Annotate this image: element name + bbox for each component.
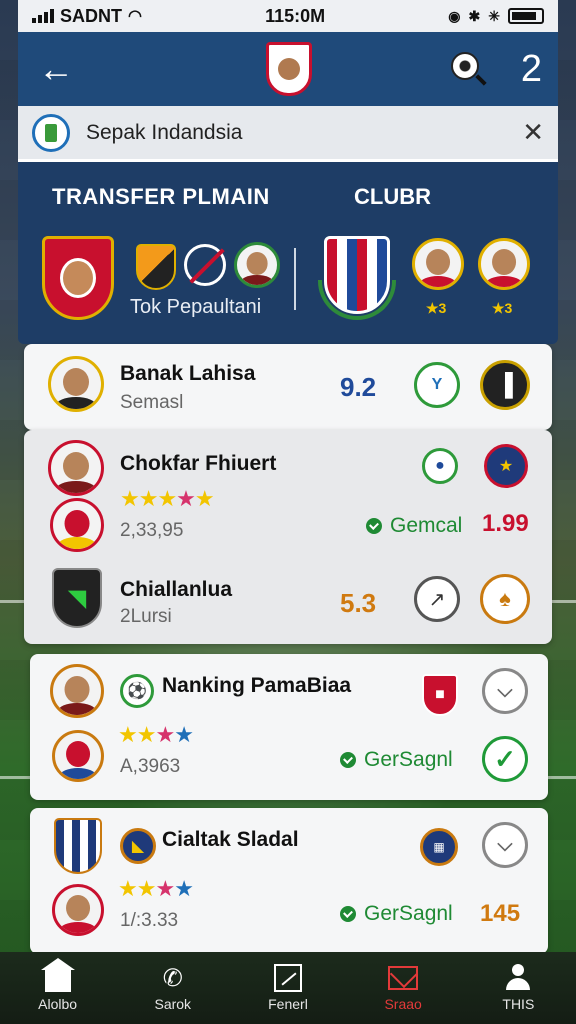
bottom-nav: Alolbo ✆ Sarok Fenerl Sraao THIS [0, 952, 576, 1024]
club-badge-icon[interactable]: ▐ [480, 360, 530, 410]
close-icon[interactable]: ✕ [522, 117, 544, 148]
back-button[interactable]: ← [34, 48, 78, 90]
player-crest-icon[interactable] [42, 236, 114, 320]
player-rating: 5.3 [340, 588, 377, 618]
player-avatar[interactable] [478, 238, 530, 290]
star-rating: ★3 [492, 300, 513, 316]
list-item[interactable]: ⚽ Nanking PamaBiaa ■ ⌵ ★★★★ A,3963 GerSa… [30, 654, 548, 800]
player-name: Chiallanlua [120, 578, 233, 601]
list-item[interactable]: Banak Lahisa Semasl 9.2 Y ▐ [24, 344, 552, 430]
list-group: Chokfar Fhiuert ★★★★★ 2,33,95 ● ★ Gemcal… [24, 430, 552, 644]
expand-button[interactable]: ⌵ [482, 668, 528, 714]
phone-icon: ✆ [162, 964, 183, 992]
status-label: Gemcal [390, 514, 463, 537]
player-name: Nanking PamaBiaa [162, 674, 352, 697]
wifi-icon: ◠ [128, 8, 142, 25]
blocked-icon[interactable] [184, 244, 226, 286]
chart-icon [273, 964, 303, 992]
nav-label: Fenerl [268, 996, 308, 1012]
search-input[interactable]: Sepak Indandsia [86, 121, 506, 145]
player-sub: 2Lursi [120, 606, 172, 627]
home-icon [40, 958, 75, 992]
player-avatar[interactable] [412, 238, 464, 290]
player-name: Chokfar Fhiuert [120, 452, 277, 475]
player-sub: A,3963 [120, 756, 181, 777]
nav-label: Sarok [154, 996, 192, 1012]
signal-icon [32, 9, 54, 23]
club-crest-icon [54, 818, 102, 874]
player-sub: 2,33,95 [120, 520, 184, 541]
player-sub: 1/:3.33 [120, 910, 179, 931]
star-rating: ★★★★ [118, 876, 194, 901]
vibrate-icon: ✳ [488, 7, 500, 24]
club-badge-icon[interactable]: ★ [484, 444, 528, 488]
nav-label: THIS [502, 996, 535, 1012]
confirm-button[interactable]: ✓ [482, 736, 528, 782]
nav-item-phone[interactable]: ✆ Sarok [128, 964, 218, 1013]
player-name: Banak Lahisa [120, 362, 256, 385]
club-crest-icon[interactable]: ■ [422, 674, 458, 716]
player-avatar [50, 498, 104, 552]
bluetooth-icon: ✱ [468, 7, 481, 24]
player-rating: 9.2 [340, 372, 377, 402]
status-badge: GerSagnl [340, 902, 453, 926]
status-label: GerSagnl [364, 902, 453, 925]
search-bar[interactable]: Sepak Indandsia ✕ [18, 106, 558, 162]
star-rating: ★3 [426, 300, 447, 316]
club-badge-icon[interactable]: Y [414, 362, 460, 408]
player-avatar [52, 884, 104, 936]
player-avatar [52, 730, 104, 782]
club-crest-icon[interactable] [324, 236, 390, 314]
nav-label: Alolbo [38, 996, 78, 1012]
transfer-panel: TRANSFER PLMAIN CLUBR Tok Pepaultani ★3 … [18, 162, 558, 344]
notification-count[interactable]: 2 [521, 48, 542, 91]
alarm-icon: ◉ [448, 7, 461, 24]
battery-icon [507, 8, 544, 24]
user-icon [503, 964, 533, 992]
nav-item-mail[interactable]: Sraao [358, 964, 448, 1012]
player-avatar [48, 440, 104, 496]
app-header: ← 2 [18, 32, 558, 106]
ball-search-icon[interactable] [450, 52, 487, 86]
status-left: SADNT ◠ [32, 6, 142, 27]
clock: 115:0M [265, 5, 326, 26]
player-avatar [48, 356, 104, 412]
nav-item-home[interactable]: Alolbo [13, 958, 103, 1012]
nav-item-chart[interactable]: Fenerl [243, 964, 333, 1012]
club-badge-icon[interactable]: ↗ [414, 576, 460, 622]
carrier-label: SADNT [60, 5, 122, 26]
league-badge-icon [32, 113, 70, 152]
list-item[interactable]: ◣ Cialtak Sladal ▦ ⌵ ★★★★ 1/:3.33 GerSag… [30, 808, 548, 954]
star-rating: ★★★★ [118, 722, 194, 747]
expand-button[interactable]: ⌵ [482, 822, 528, 868]
status-right: ◉ ✱ ✳ [448, 8, 544, 25]
status-bar: SADNT ◠ 115:0M ◉ ✱ ✳ [18, 0, 558, 32]
player-sub: Semasl [120, 392, 184, 413]
star-rating: ★★★★★ [120, 486, 215, 511]
player-rating: 1.99 [482, 510, 529, 537]
club-badge-icon[interactable] [136, 244, 176, 290]
panel-subtitle: Tok Pepaultani [130, 296, 262, 318]
transfer-title: TRANSFER PLMAIN [52, 184, 270, 209]
trophy-icon[interactable]: ♠ [480, 574, 530, 624]
panel-divider [294, 248, 296, 310]
club-crest-icon: ◥ [52, 568, 102, 628]
header-actions: 2 [450, 48, 542, 91]
player-name: Cialtak Sladal [162, 828, 299, 851]
club-title: CLUBR [354, 184, 431, 209]
mail-icon [388, 964, 419, 992]
club-crest-icon [266, 42, 312, 96]
status-label: GerSagnl [364, 748, 453, 771]
ball-icon: ⚽ [120, 674, 154, 708]
club-badge-icon[interactable]: ▦ [420, 828, 458, 866]
nav-label: Sraao [384, 996, 422, 1012]
player-avatar [50, 664, 104, 718]
status-badge: GerSagnl [340, 748, 453, 772]
nav-item-user[interactable]: THIS [473, 964, 563, 1012]
club-badge-icon: ◣ [120, 828, 156, 864]
club-badge-icon[interactable]: ● [422, 448, 458, 484]
player-rating: 145 [480, 900, 521, 927]
player-avatar[interactable] [234, 242, 280, 288]
status-badge: Gemcal [366, 514, 462, 538]
